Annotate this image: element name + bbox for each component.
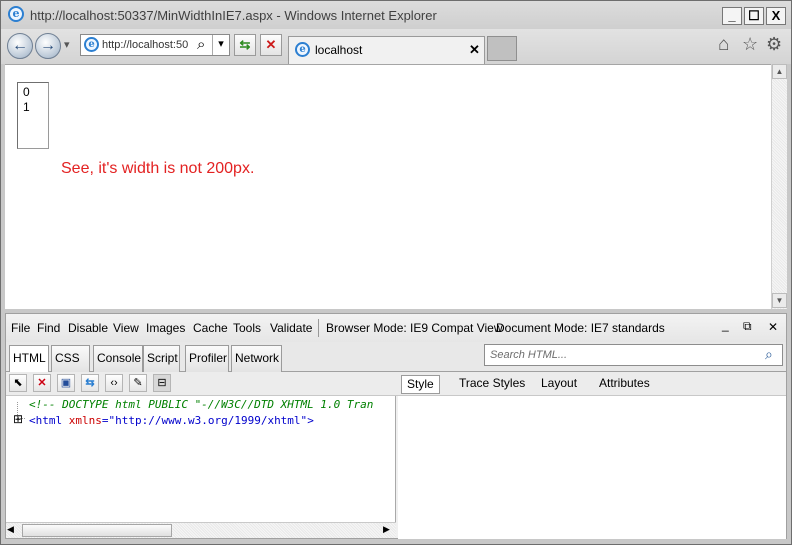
select-element-pointer-icon[interactable]: ⬉: [9, 374, 27, 392]
edit-icon[interactable]: ✎: [129, 374, 147, 392]
tab-ie-icon: e: [295, 42, 310, 57]
page-content: 0 1 See, it's width is not 200px.: [5, 64, 771, 309]
tab-localhost[interactable]: e localhost ✕: [288, 36, 485, 64]
back-button[interactable]: ←: [7, 33, 33, 59]
menu-view[interactable]: View: [113, 321, 139, 335]
stop-button[interactable]: ✕: [260, 34, 282, 56]
list-option[interactable]: 0: [23, 85, 30, 100]
doctype-comment-line[interactable]: <!-- DOCTYPE html PUBLIC "-//W3C//DTD XH…: [29, 398, 395, 411]
address-input[interactable]: http://localhost:50: [102, 39, 194, 51]
tab-layout[interactable]: Layout: [536, 375, 582, 394]
expand-node-icon[interactable]: ⊞: [13, 413, 23, 425]
style-pane: [398, 396, 786, 539]
min-width-listbox[interactable]: 0 1: [17, 82, 49, 149]
address-dropdown-icon[interactable]: ▾: [212, 35, 229, 55]
maximize-button[interactable]: ☐: [744, 7, 764, 25]
devtools-close-icon[interactable]: ✕: [768, 320, 778, 334]
word-wrap-icon[interactable]: ⊟: [153, 374, 171, 392]
width-note: See, it's width is not 200px.: [61, 160, 255, 177]
element-source-icon[interactable]: ‹›: [105, 374, 123, 392]
page-vertical-scrollbar[interactable]: ▲ ▼: [771, 64, 787, 309]
clear-outline-icon[interactable]: ✕: [33, 374, 51, 392]
tools-gear-icon[interactable]: ⚙: [766, 34, 782, 55]
menu-find[interactable]: Find: [37, 321, 60, 335]
menu-images[interactable]: Images: [146, 321, 185, 335]
window-title: http://localhost:50337/MinWidthInIE7.asp…: [30, 8, 437, 23]
menu-cache[interactable]: Cache: [193, 321, 228, 335]
tab-attributes[interactable]: Attributes: [594, 375, 655, 394]
menu-disable[interactable]: Disable: [68, 321, 108, 335]
list-option[interactable]: 1: [23, 100, 30, 115]
menu-tools[interactable]: Tools: [233, 321, 261, 335]
tab-label: localhost: [315, 43, 363, 57]
refresh-dom-icon[interactable]: ⇆: [81, 374, 99, 392]
search-icon[interactable]: ⌕: [197, 36, 205, 53]
html-horizontal-scrollbar[interactable]: ◀ ▶: [6, 522, 396, 538]
html-tree-pane: <!-- DOCTYPE html PUBLIC "-//W3C//DTD XH…: [6, 396, 396, 522]
tab-script[interactable]: Script: [143, 345, 180, 372]
search-html-placeholder: Search HTML...: [490, 349, 568, 361]
new-tab-button[interactable]: [487, 36, 517, 61]
html-toolbar: ⬉ ✕ ▣ ⇆ ‹› ✎ ⊟: [6, 372, 398, 396]
developer-tools-pane: File Find Disable View Images Cache Tool…: [5, 313, 787, 539]
history-dropdown-icon[interactable]: ▾: [64, 38, 70, 51]
tab-network[interactable]: Network: [231, 345, 282, 372]
tab-css[interactable]: CSS: [51, 345, 90, 372]
menu-separator: [318, 319, 319, 337]
devtools-unpin-icon[interactable]: ⧉: [743, 319, 752, 334]
document-mode-menu[interactable]: Document Mode: IE7 standards: [496, 321, 665, 335]
tab-close-icon[interactable]: ✕: [469, 42, 480, 58]
tab-console[interactable]: Console: [93, 345, 143, 372]
ie-logo-icon: e: [8, 6, 24, 22]
scroll-up-arrow-icon[interactable]: ▲: [772, 64, 787, 79]
title-bar: e http://localhost:50337/MinWidthInIE7.a…: [1, 1, 791, 29]
refresh-button[interactable]: ⇆: [234, 34, 256, 56]
devtools-tabs: HTML CSS Console Script Profiler Network…: [6, 342, 786, 373]
tab-style[interactable]: Style: [401, 375, 440, 394]
scroll-down-arrow-icon[interactable]: ▼: [772, 293, 787, 308]
tab-trace-styles[interactable]: Trace Styles: [454, 375, 530, 394]
scroll-right-arrow-icon[interactable]: ▶: [383, 524, 390, 535]
forward-button[interactable]: →: [35, 33, 61, 59]
close-button[interactable]: X: [766, 7, 786, 25]
minimize-button[interactable]: _: [722, 7, 742, 25]
style-pane-tabs: Style Trace Styles Layout Attributes: [398, 372, 786, 396]
menu-file[interactable]: File: [11, 321, 30, 335]
tab-profiler[interactable]: Profiler: [185, 345, 229, 372]
scroll-thumb[interactable]: [22, 524, 172, 537]
save-icon[interactable]: ▣: [57, 374, 75, 392]
devtools-minimize-icon[interactable]: _: [722, 318, 729, 332]
menu-validate[interactable]: Validate: [270, 321, 312, 335]
html-element-line[interactable]: <html xmlns="http://www.w3.org/1999/xhtm…: [29, 414, 314, 427]
search-icon[interactable]: ⌕: [765, 346, 773, 363]
address-bar[interactable]: e http://localhost:50 ⌕ ▾: [80, 34, 230, 56]
browser-mode-menu[interactable]: Browser Mode: IE9 Compat View: [326, 321, 503, 335]
tab-html[interactable]: HTML: [9, 345, 49, 373]
devtools-menubar: File Find Disable View Images Cache Tool…: [6, 314, 786, 342]
home-icon[interactable]: ⌂: [718, 34, 729, 56]
scroll-left-arrow-icon[interactable]: ◀: [7, 524, 14, 535]
page-ie-icon: e: [84, 37, 99, 52]
search-html-field[interactable]: Search HTML... ⌕: [484, 344, 783, 366]
navigation-bar: ← → ▾ e http://localhost:50 ⌕ ▾ ⇆ ✕ e lo…: [1, 29, 791, 64]
favorites-icon[interactable]: ☆: [742, 34, 758, 55]
